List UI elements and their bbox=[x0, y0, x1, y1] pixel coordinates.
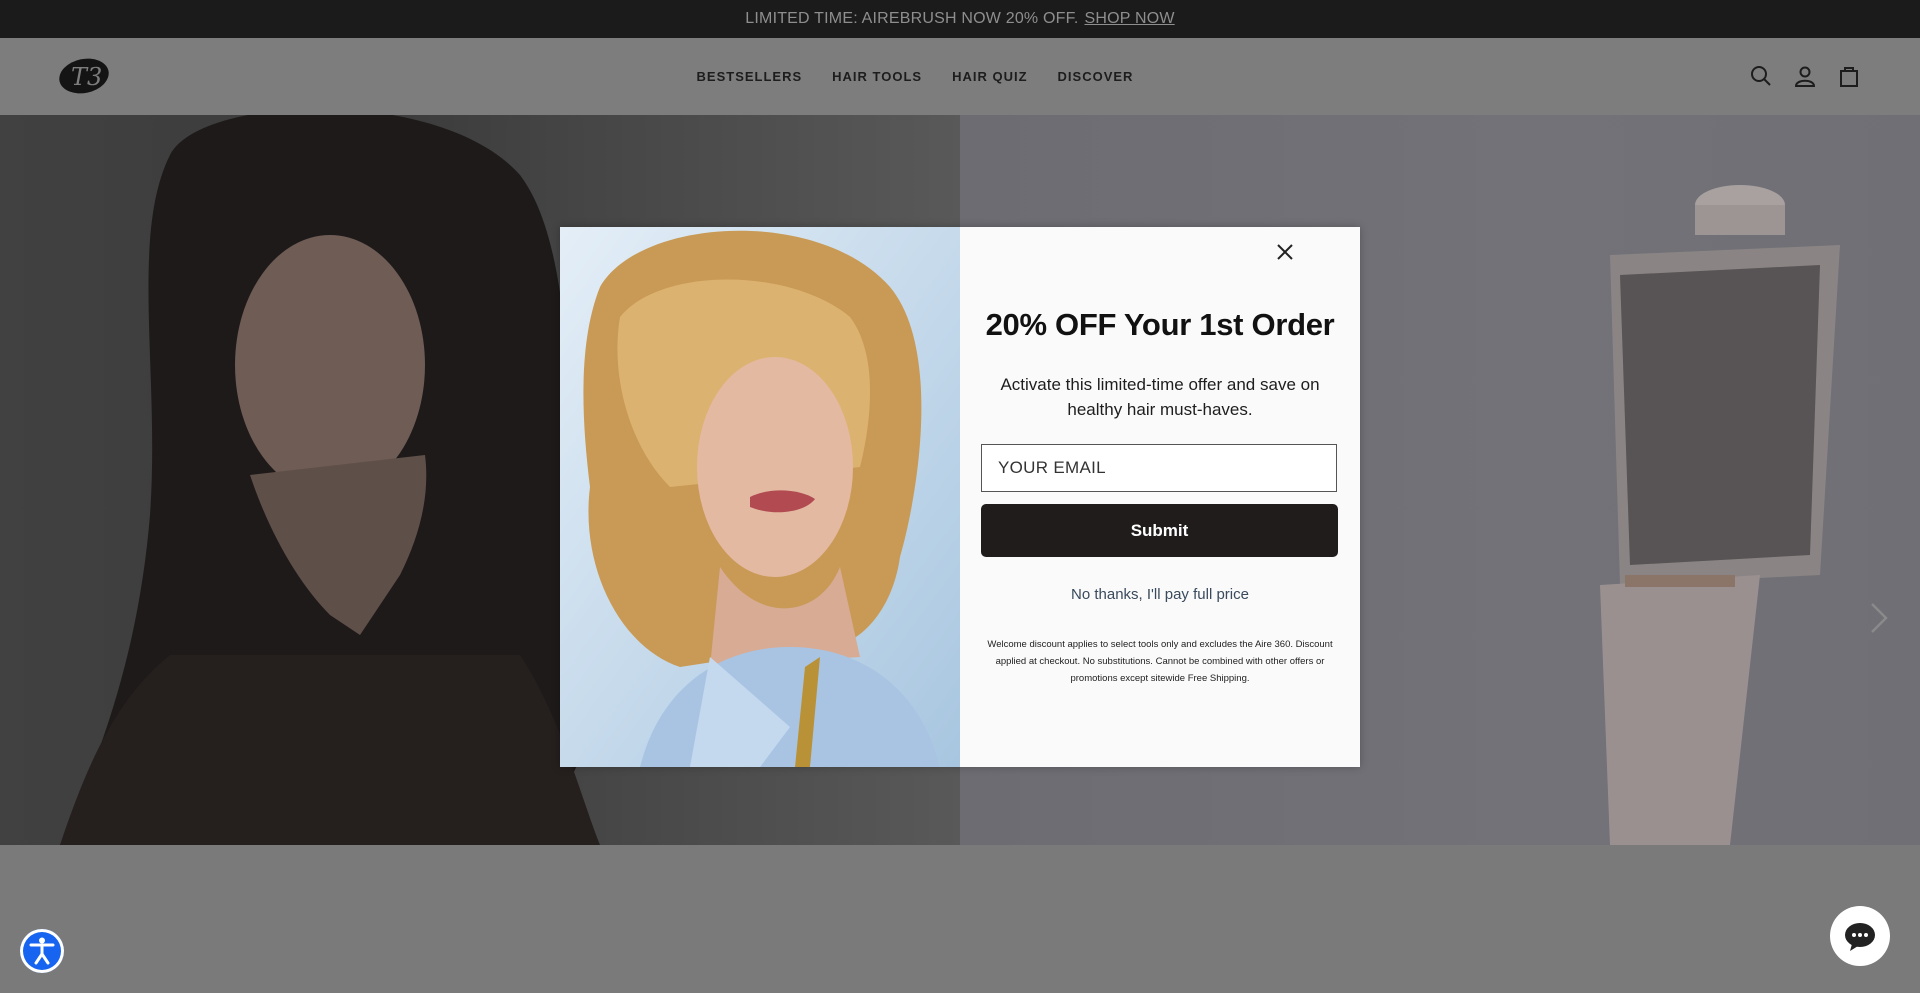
chat-widget-button[interactable] bbox=[1830, 906, 1890, 966]
accessibility-button[interactable] bbox=[20, 929, 64, 973]
cart-icon[interactable] bbox=[1837, 64, 1861, 88]
nav-bestsellers[interactable]: BESTSELLERS bbox=[697, 69, 803, 84]
decline-link[interactable]: No thanks, I'll pay full price bbox=[980, 586, 1340, 603]
accessibility-icon bbox=[29, 937, 55, 965]
t3-logo[interactable]: T3 bbox=[58, 57, 110, 95]
site-header: T3 BESTSELLERS HAIR TOOLS HAIR QUIZ DISC… bbox=[0, 38, 1920, 115]
email-field[interactable] bbox=[981, 444, 1337, 492]
logo-text: T3 bbox=[71, 63, 102, 91]
nav-discover[interactable]: DISCOVER bbox=[1058, 69, 1134, 84]
popup-headline: 20% OFF Your 1st Order bbox=[985, 307, 1335, 342]
search-icon[interactable] bbox=[1749, 64, 1773, 88]
announcement-bar: LIMITED TIME: AIREBRUSH NOW 20% OFF. SHO… bbox=[0, 0, 1920, 38]
popup-subtext: Activate this limited-time offer and sav… bbox=[1000, 375, 1320, 419]
page-content-area bbox=[0, 845, 1920, 993]
fine-print: Welcome discount applies to select tools… bbox=[987, 639, 1333, 684]
nav-hair-tools[interactable]: HAIR TOOLS bbox=[832, 69, 922, 84]
submit-button[interactable]: Submit bbox=[981, 504, 1338, 557]
shop-now-link[interactable]: SHOP NOW bbox=[1084, 10, 1174, 28]
popup-content: 20% OFF Your 1st Order Activate this lim… bbox=[960, 227, 1360, 767]
popup-model-image bbox=[560, 227, 960, 767]
main-nav: BESTSELLERS HAIR TOOLS HAIR QUIZ DISCOVE… bbox=[0, 38, 1920, 115]
carousel-next-arrow[interactable] bbox=[1866, 601, 1892, 635]
close-icon[interactable] bbox=[1270, 237, 1300, 267]
account-icon[interactable] bbox=[1793, 64, 1817, 88]
discount-popup: 20% OFF Your 1st Order Activate this lim… bbox=[560, 227, 1360, 767]
nav-hair-quiz[interactable]: HAIR QUIZ bbox=[952, 69, 1027, 84]
announcement-text: LIMITED TIME: AIREBRUSH NOW 20% OFF. bbox=[745, 10, 1079, 27]
chat-icon bbox=[1845, 923, 1875, 951]
